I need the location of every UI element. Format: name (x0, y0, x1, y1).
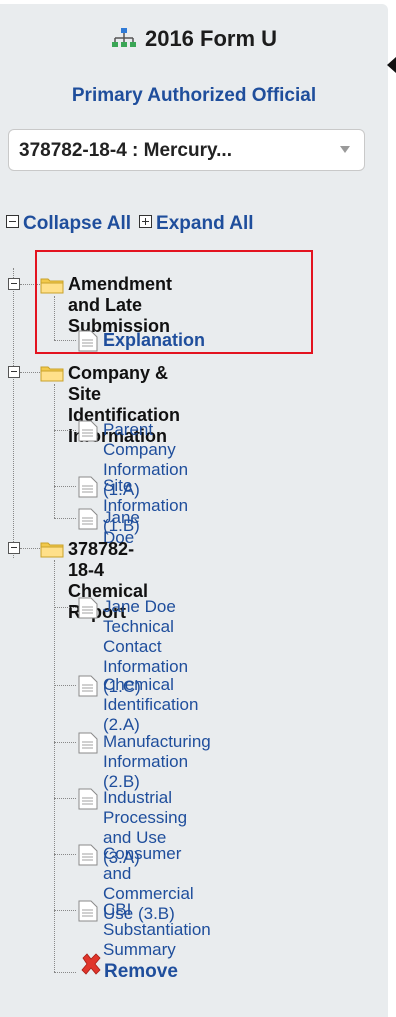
plus-box-icon (139, 215, 153, 228)
tree-connector (54, 798, 76, 799)
chevron-down-icon[interactable] (340, 146, 350, 153)
document-icon (78, 675, 98, 697)
tree-connector (54, 685, 76, 686)
leaf-label-line: Information (2.B) (103, 752, 189, 791)
folder-icon (40, 366, 64, 382)
tree-connector (54, 518, 76, 519)
tree-connector (54, 430, 76, 431)
tree-connector (54, 742, 76, 743)
node-label-line: 378782-18-4 (68, 539, 135, 580)
red-x-icon[interactable] (80, 953, 102, 975)
leaf-label-line: Chemical Identification (103, 675, 199, 714)
minus-box-icon (6, 215, 19, 228)
leaf-label-line: Jane Doe (103, 597, 176, 616)
chemical-select-value: 378782-18-4 : Mercury... (19, 140, 232, 161)
collapse-all-label: Collapse All (23, 213, 132, 234)
document-icon (78, 900, 98, 922)
document-icon (78, 844, 98, 866)
leaf-label-line: Consumer and (103, 844, 182, 883)
tree-leaf-chemical-identification[interactable]: Chemical Identification (2.A) (103, 675, 198, 735)
tree-leaf-manufacturing[interactable]: Manufacturing Information (2.B) (103, 732, 211, 792)
collapse-toggle-icon[interactable] (8, 278, 20, 290)
tree-connector (13, 268, 14, 558)
tree-connector (54, 384, 55, 518)
document-icon (78, 597, 98, 619)
form-title-text: 2016 Form U (144, 26, 278, 51)
tree-connector (20, 372, 40, 373)
tree-leaf-cbi-substantiation[interactable]: CBI Substantiation Summary (103, 900, 211, 960)
collapse-all-link[interactable]: Collapse All (6, 213, 131, 234)
tree-connector (54, 854, 76, 855)
leaf-label-line: Technical Contact (103, 617, 174, 656)
expand-all-label: Expand All (156, 213, 254, 234)
form-title: 2016 Form U (0, 26, 388, 52)
document-icon (78, 508, 98, 530)
user-role: Primary Authorized Official (71, 85, 317, 106)
highlight-box (35, 250, 313, 354)
remove-link[interactable]: Remove (104, 961, 178, 983)
tree-connector (54, 910, 76, 911)
collapse-panel-arrow-icon[interactable] (387, 57, 396, 73)
leaf-label-line: Summary (103, 940, 176, 959)
tree-connector (54, 486, 76, 487)
collapse-toggle-icon[interactable] (8, 542, 20, 554)
expand-all-link[interactable]: Expand All (139, 213, 254, 234)
leaf-label-line: Parent Company (103, 420, 176, 459)
document-icon (78, 476, 98, 498)
collapse-toggle-icon[interactable] (8, 366, 20, 378)
leaf-label-line: CBI Substantiation (103, 900, 211, 939)
tree-controls: Collapse All Expand All (6, 213, 254, 235)
document-icon (78, 788, 98, 810)
leaf-label-line: Industrial Processing (103, 788, 188, 827)
leaf-label-line: Manufacturing (103, 732, 211, 751)
tree-connector (54, 607, 76, 608)
document-icon (78, 420, 98, 442)
tree-connector (54, 972, 76, 973)
tree-connector (20, 548, 40, 549)
document-icon (78, 732, 98, 754)
folder-icon (40, 542, 64, 558)
node-label-line: Company & Site (68, 363, 169, 404)
chemical-select[interactable]: 378782-18-4 : Mercury... (8, 129, 365, 171)
org-chart-icon (111, 28, 136, 47)
